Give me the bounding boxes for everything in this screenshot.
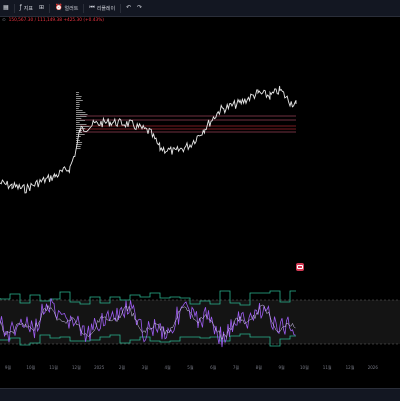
alarm-clock-icon: ⏰ [55,4,63,11]
toolbar-divider [13,3,15,13]
volume-profile-bar [76,116,87,117]
volume-profile-bar [76,112,86,113]
time-axis-label: 10월 [26,365,36,370]
redo-icon: ↷ [137,4,143,11]
indicators-icon: ƒ [19,4,22,11]
volume-profile-bar [76,114,88,115]
grid-icon: ▦ [3,4,9,11]
main-chart-canvas[interactable] [0,0,400,400]
templates-button[interactable]: ⊞ [36,0,47,16]
time-axis-label: 7월 [232,365,240,370]
price-legend: ⊙ 150,567.30 / 111,149.38 +425.30 (+0.43… [2,16,104,25]
indicators-label: 지표 [23,5,33,12]
time-axis[interactable]: 9월 10월 11월 12월 2025 2월 3월 4월 5월 6월 7월 8월 9월 10월 11월 12월… [0,363,400,377]
price-series [0,85,297,194]
undo-icon: ↶ [126,4,132,11]
time-axis-label: 5월 [187,365,194,370]
volume-profile-bar [76,100,83,101]
volume-profile-bar [76,122,80,123]
apps-icon: ⊞ [39,4,45,11]
toolbar-divider [83,3,85,13]
redo-button[interactable]: ↷ [134,0,145,16]
volume-profile-bar [76,118,82,119]
toolbar-divider [120,3,122,13]
alert-marker[interactable] [296,263,304,271]
alert-button[interactable]: ⏰ 얼러트 [52,0,81,16]
volume-profile-bar [76,98,81,99]
volume-profile-bar [76,102,80,103]
time-axis-label: 9월 [4,365,12,370]
time-axis-label: 2025 [94,365,105,370]
volume-profile-bar [76,108,79,109]
time-axis-label: 9월 [278,365,285,370]
undo-button[interactable]: ↶ [123,0,134,16]
alert-label: 얼러트 [64,5,79,12]
volume-profile-bar [76,110,83,111]
time-axis-label: 11월 [322,365,332,370]
bottom-bar [0,388,400,401]
time-axis-label: 4월 [164,365,171,370]
time-axis-label: 3월 [141,365,148,370]
legend-toggle-icon[interactable]: ⊙ [2,18,6,23]
time-axis-label: 10월 [300,365,309,370]
time-axis-label: 2026 [367,365,378,370]
time-axis-label: 11월 [49,365,58,370]
time-axis-label: 12월 [345,365,355,370]
volume-profile-bar [76,124,87,125]
time-axis-label: 8월 [255,365,262,370]
volume-profile-bar [76,134,85,135]
volume-profile-bar [76,104,80,105]
alert-marker-icon [297,265,303,269]
volume-profile-bar [76,106,80,107]
indicators-button[interactable]: ƒ 지표 [17,0,36,16]
replay-button[interactable]: ⏮ 리플레이 [86,0,118,16]
time-axis-label: 2월 [118,365,126,370]
toolbar-divider [49,3,51,13]
time-axis-label: 6월 [210,365,217,370]
time-axis-label: 12월 [72,365,81,370]
volume-profile-bar [76,96,82,97]
replay-label: 리플레이 [96,5,116,12]
layout-button[interactable]: ▦ [0,0,12,16]
volume-profile-bar [76,120,85,121]
legend-values: 150,567.30 / 111,149.38 +425.30 (+0.43%) [8,18,104,23]
replay-icon: ⏮ [89,4,95,11]
volume-profile-bar [76,94,79,95]
top-toolbar: ▦ ƒ 지표 ⊞ ⏰ 얼러트 ⏮ 리플레이 ↶ ↷ [0,0,400,17]
volume-profile-bar [76,92,80,93]
